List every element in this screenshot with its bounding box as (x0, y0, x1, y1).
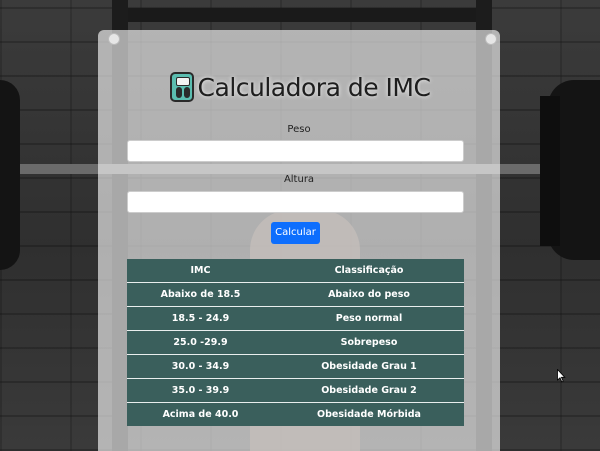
table-row: 25.0 -29.9 Sobrepeso (127, 330, 464, 355)
peso-input[interactable] (127, 140, 464, 162)
table-cell-imc: 18.5 - 24.9 (127, 306, 274, 331)
table-header-imc: IMC (127, 259, 274, 283)
table-cell-imc: Abaixo de 18.5 (127, 282, 274, 307)
table-row: 35.0 - 39.9 Obesidade Grau 2 (127, 378, 464, 403)
rack-crossbar (112, 8, 492, 22)
table-row: 30.0 - 34.9 Obesidade Grau 1 (127, 354, 464, 379)
table-row: Abaixo de 18.5 Abaixo do peso (127, 282, 464, 307)
table-cell-classificacao: Abaixo do peso (274, 282, 464, 307)
table-cell-imc: Acima de 40.0 (127, 402, 274, 426)
rivet-right (485, 33, 497, 45)
table-cell-classificacao: Peso normal (274, 306, 464, 331)
table-cell-classificacao: Obesidade Grau 1 (274, 354, 464, 379)
table-cell-classificacao: Sobrepeso (274, 330, 464, 355)
page-title: Calculadora de IMC (197, 72, 431, 102)
table-cell-imc: 30.0 - 34.9 (127, 354, 274, 379)
weight-plate-left (0, 80, 20, 270)
table-cell-classificacao: Obesidade Mórbida (274, 402, 464, 426)
altura-input[interactable] (127, 191, 464, 213)
table-row: Acima de 40.0 Obesidade Mórbida (127, 402, 464, 426)
header: Calculadora de IMC (0, 72, 600, 106)
peso-label: Peso (287, 124, 311, 135)
weight-plate-right-inner (540, 96, 560, 246)
table-row: 18.5 - 24.9 Peso normal (127, 306, 464, 331)
altura-label: Altura (283, 174, 315, 185)
rivet-left (108, 33, 120, 45)
table-cell-classificacao: Obesidade Grau 2 (274, 378, 464, 403)
table-cell-imc: 35.0 - 39.9 (127, 378, 274, 403)
table-cell-imc: 25.0 -29.9 (127, 330, 274, 355)
table-header-row: IMC Classificação (127, 259, 464, 283)
imc-table: IMC Classificação Abaixo de 18.5 Abaixo … (127, 259, 464, 426)
calcular-button[interactable]: Calcular (271, 222, 320, 244)
table-header-classificacao: Classificação (274, 259, 464, 283)
scale-icon (169, 72, 194, 102)
